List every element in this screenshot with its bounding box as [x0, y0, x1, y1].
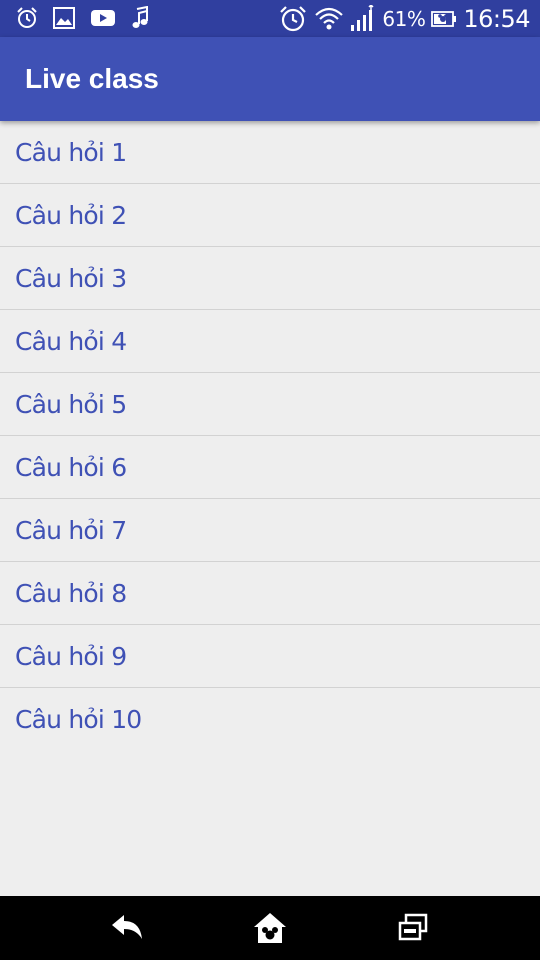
recent-apps-button[interactable] [393, 910, 433, 946]
list-item-label: Câu hỏi 7 [15, 516, 127, 545]
list-item-label: Câu hỏi 10 [15, 705, 142, 734]
battery-icon [431, 9, 457, 29]
list-item[interactable]: Câu hỏi 7 [0, 499, 540, 562]
recent-apps-icon [398, 913, 428, 941]
back-icon [112, 915, 142, 939]
app-title: Live class [25, 63, 159, 94]
home-icon [254, 913, 286, 943]
list-item[interactable]: Câu hỏi 4 [0, 310, 540, 373]
app-bar: Live class [0, 37, 540, 121]
list-item[interactable]: Câu hỏi 6 [0, 436, 540, 499]
list-item-label: Câu hỏi 9 [15, 642, 127, 671]
list-item-label: Câu hỏi 6 [15, 453, 127, 482]
alarm-icon [16, 6, 38, 30]
list-item-label: Câu hỏi 1 [15, 138, 127, 167]
youtube-icon [90, 8, 116, 28]
back-button[interactable] [107, 910, 147, 946]
list-item[interactable]: Câu hỏi 3 [0, 247, 540, 310]
image-icon [52, 6, 76, 30]
alarm-clock-icon [278, 4, 308, 34]
list-item[interactable]: Câu hỏi 10 [0, 688, 540, 750]
list-item-label: Câu hỏi 5 [15, 390, 127, 419]
music-note-icon [130, 6, 150, 30]
list-item-label: Câu hỏi 2 [15, 201, 127, 230]
question-list: Câu hỏi 1 Câu hỏi 2 Câu hỏi 3 Câu hỏi 4 … [0, 121, 540, 750]
list-item[interactable]: Câu hỏi 5 [0, 373, 540, 436]
list-item[interactable]: Câu hỏi 1 [0, 121, 540, 184]
notification-icons [16, 6, 150, 30]
list-item[interactable]: Câu hỏi 8 [0, 562, 540, 625]
signal-icon [350, 5, 376, 33]
list-item[interactable]: Câu hỏi 9 [0, 625, 540, 688]
status-time: 16:54 [463, 5, 530, 33]
system-icons: 61% 16:54 [278, 4, 530, 34]
list-item-label: Câu hỏi 4 [15, 327, 127, 356]
home-button[interactable] [250, 910, 290, 946]
wifi-icon [314, 5, 344, 33]
list-item[interactable]: Câu hỏi 2 [0, 184, 540, 247]
navigation-bar [0, 896, 540, 960]
list-item-label: Câu hỏi 8 [15, 579, 127, 608]
list-item-label: Câu hỏi 3 [15, 264, 127, 293]
battery-percent: 61% [382, 7, 426, 31]
status-bar: 61% 16:54 [0, 0, 540, 37]
